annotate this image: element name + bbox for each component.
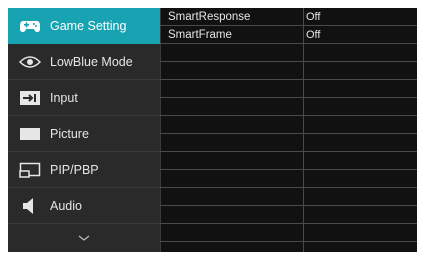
setting-row-empty [160,224,417,242]
setting-row-empty [160,98,417,116]
setting-value: Off [306,29,321,41]
setting-row-empty [160,62,417,80]
setting-row-empty [160,44,417,62]
menu-item-lowblue-mode[interactable]: LowBlue Mode [8,44,160,80]
menu-label-input: Input [50,90,78,105]
setting-row-empty [160,188,417,206]
input-icon [16,88,44,108]
menu-item-pip-pbp[interactable]: PIP/PBP [8,152,160,188]
eye-icon [16,52,44,72]
setting-value: Off [306,11,321,23]
menu-label-lowblue-mode: LowBlue Mode [50,54,133,69]
setting-row-empty [160,80,417,98]
menu-label-game-setting: Game Setting [50,18,127,33]
settings-grid: SmartResponse Off SmartFrame Off [160,8,417,252]
main-menu: Game Setting LowBlue Mode Input Picture … [8,8,160,252]
setting-row-smartframe[interactable]: SmartFrame Off [160,26,417,44]
setting-row-empty [160,206,417,224]
menu-item-audio[interactable]: Audio [8,188,160,224]
menu-label-pip-pbp: PIP/PBP [50,162,99,177]
setting-row-smartresponse[interactable]: SmartResponse Off [160,8,417,26]
picture-icon [16,124,44,144]
setting-row-empty [160,170,417,188]
chevron-down-icon [78,229,90,247]
more-menu-button[interactable] [8,224,160,252]
setting-name: SmartFrame [168,29,232,41]
menu-label-audio: Audio [50,198,82,213]
gamepad-icon [16,16,44,36]
pip-icon [16,160,44,180]
setting-name: SmartResponse [168,11,251,23]
setting-row-empty [160,152,417,170]
setting-row-empty [160,134,417,152]
osd-window: Game Setting LowBlue Mode Input Picture … [8,8,417,252]
menu-label-picture: Picture [50,126,89,141]
setting-row-empty [160,116,417,134]
menu-item-picture[interactable]: Picture [8,116,160,152]
menu-item-input[interactable]: Input [8,80,160,116]
speaker-icon [16,196,44,216]
menu-item-game-setting[interactable]: Game Setting [8,8,160,44]
